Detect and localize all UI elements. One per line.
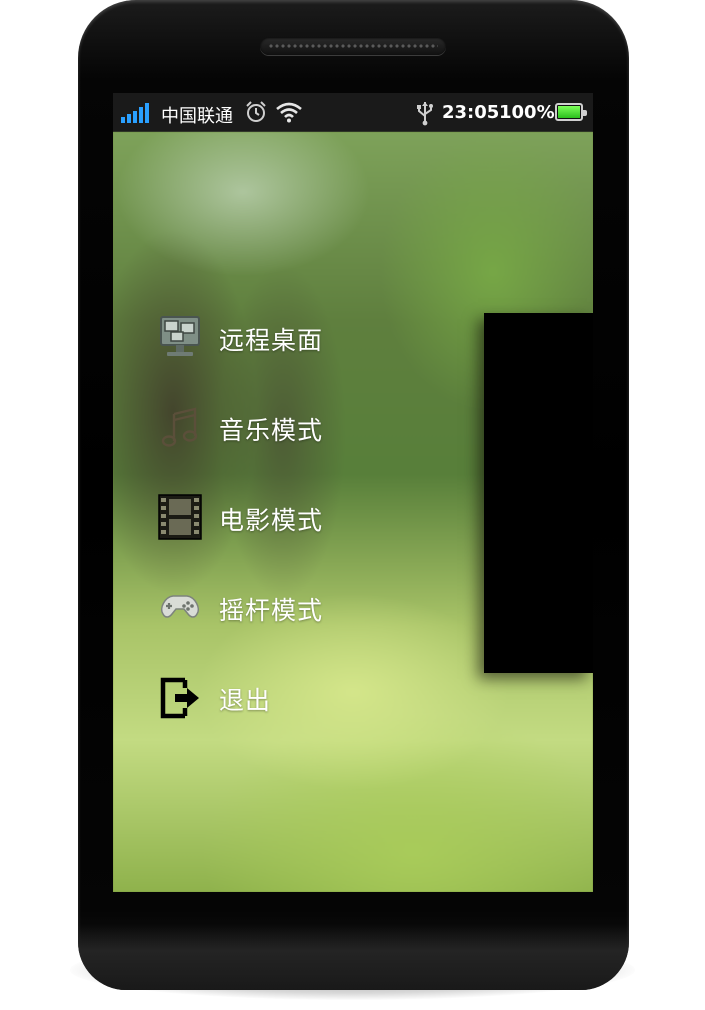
signal-icon xyxy=(121,103,149,123)
exit-icon xyxy=(157,674,203,720)
menu-item-joystick-mode[interactable]: 摇杆模式 xyxy=(157,581,417,631)
earpiece-speaker xyxy=(260,37,446,55)
phone-chin xyxy=(78,925,629,990)
remote-desktop-icon xyxy=(157,314,203,360)
usb-icon xyxy=(415,100,435,130)
side-panel xyxy=(484,313,593,673)
menu-item-label: 电影模式 xyxy=(219,506,324,535)
menu-item-label: 音乐模式 xyxy=(219,416,324,445)
menu-item-music-mode[interactable]: 音乐模式 xyxy=(157,401,417,451)
battery-icon xyxy=(555,103,587,121)
wifi-icon xyxy=(276,101,302,127)
menu-item-label: 摇杆模式 xyxy=(219,596,324,625)
status-bar: 中国联通 23:05 100% xyxy=(113,93,593,132)
gamepad-icon xyxy=(157,584,203,630)
menu-item-exit[interactable]: 退出 xyxy=(157,671,417,721)
menu-item-label: 远程桌面 xyxy=(219,326,324,355)
clock: 23:05 xyxy=(442,102,500,123)
menu-item-remote-desktop[interactable]: 远程桌面 xyxy=(157,311,417,361)
menu-item-label: 退出 xyxy=(219,686,272,715)
carrier-name: 中国联通 xyxy=(161,106,233,127)
film-strip-icon xyxy=(157,494,203,540)
menu-item-movie-mode[interactable]: 电影模式 xyxy=(157,491,417,541)
battery-percent: 100% xyxy=(499,102,555,123)
music-note-icon xyxy=(157,404,203,450)
screen: 中国联通 23:05 100% 远程桌面 音乐模式 电影模式 摇杆模式 退出 xyxy=(113,93,593,892)
alarm-icon xyxy=(245,100,267,128)
